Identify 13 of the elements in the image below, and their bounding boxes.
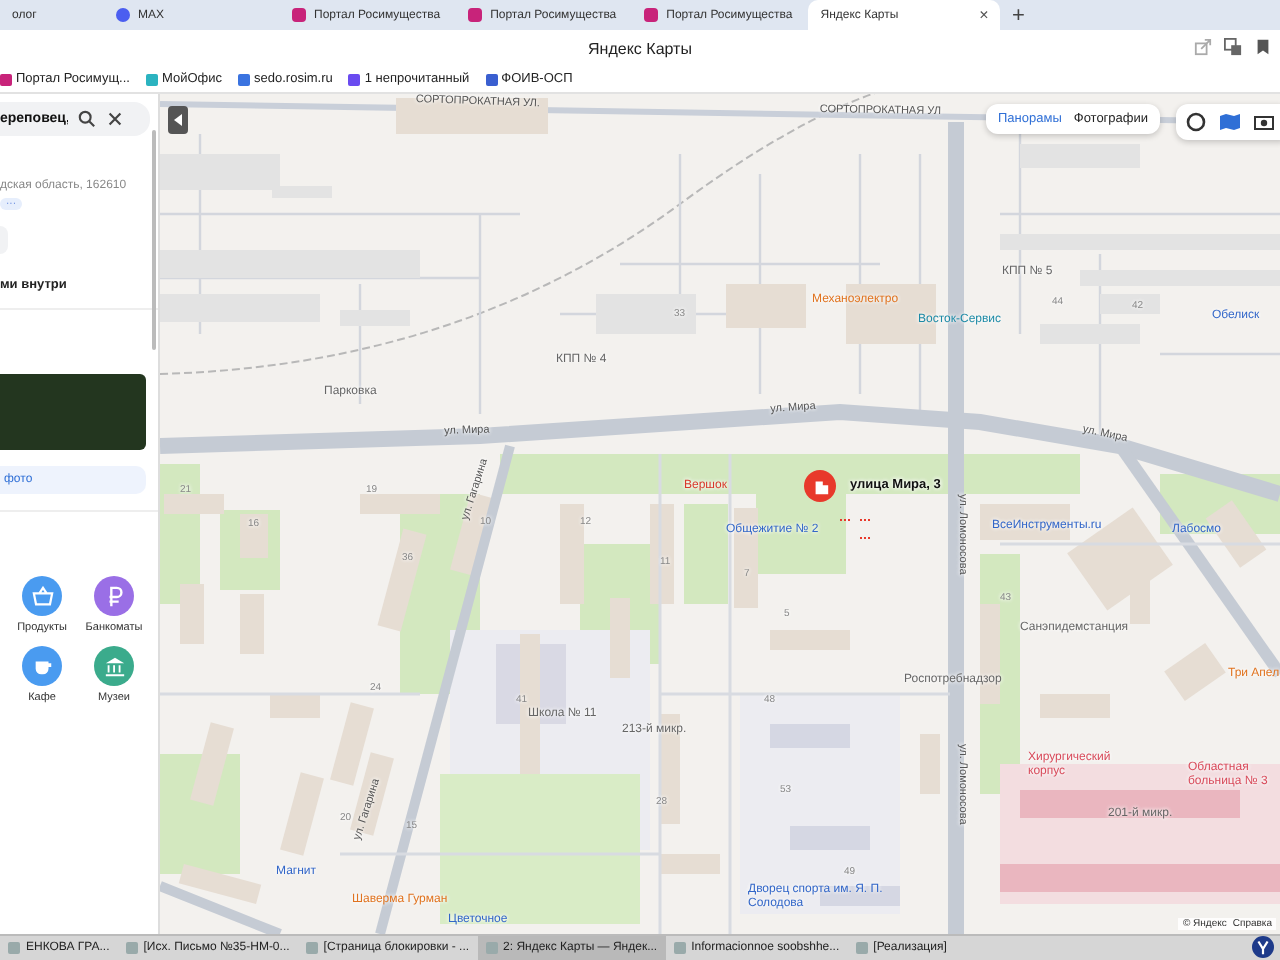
close-icon[interactable] [106,110,124,128]
collapse-button[interactable] [168,106,188,134]
map-layers-icon[interactable] [1220,112,1240,132]
caret-icon [174,114,182,126]
browser-logo-icon[interactable] [1252,936,1274,958]
search-icon[interactable] [78,110,96,128]
bookmark-icon[interactable] [1254,38,1272,56]
camera-icon[interactable] [1254,112,1274,132]
circle-icon[interactable] [1186,112,1206,132]
new-tab-button[interactable]: + [1004,0,1033,30]
basket-icon [31,585,53,607]
window-title: Яндекс Карты [588,39,692,57]
museum-icon [103,655,125,677]
